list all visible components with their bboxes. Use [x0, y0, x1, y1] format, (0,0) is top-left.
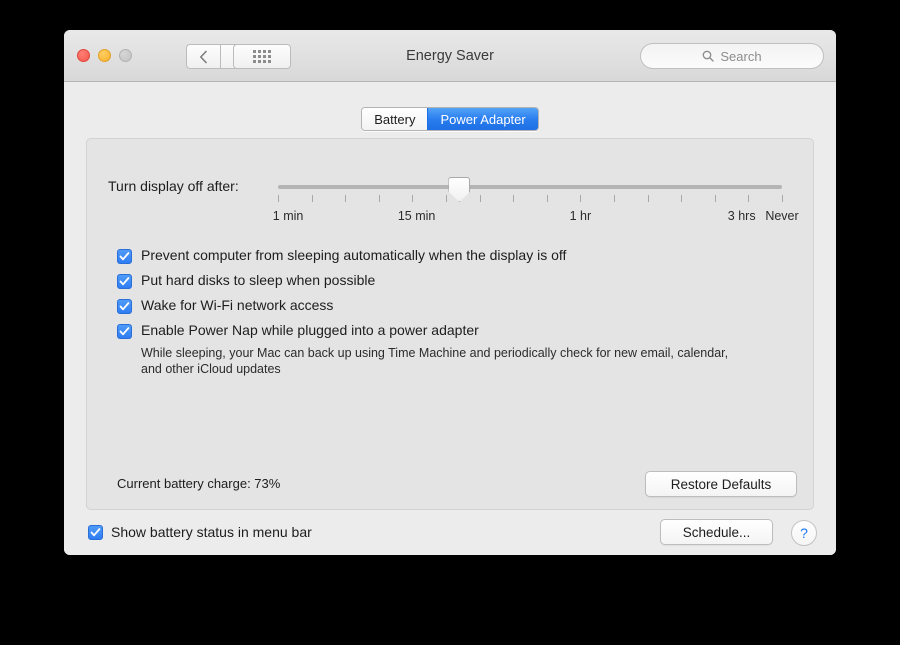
search-placeholder: Search [720, 48, 762, 64]
checkbox-prevent-sleep[interactable] [117, 249, 132, 264]
slider-tick [681, 195, 683, 202]
check-icon [119, 302, 130, 311]
slider-tick [311, 195, 313, 202]
option-label: Wake for Wi-Fi network access [141, 297, 334, 313]
option-label: Show battery status in menu bar [111, 524, 312, 540]
search-icon [703, 50, 715, 62]
slider-tick [614, 195, 615, 202]
slider-tick [546, 195, 548, 202]
settings-panel: Turn display off after: 1 min 15 min 1 hr 3… [86, 138, 814, 510]
window-titlebar: Energy Saver Search [64, 30, 836, 82]
option-prevent-sleep[interactable]: Prevent computer from sleeping automatic… [117, 247, 793, 264]
check-icon [90, 528, 101, 537]
checkbox-hard-disk-sleep[interactable] [117, 274, 132, 289]
window-body: Battery Power Adapter Turn display off a… [64, 82, 836, 555]
slider-tick [412, 195, 414, 202]
segmented-control: Battery Power Adapter [361, 107, 539, 131]
slider-tick [378, 195, 380, 202]
slider-tick [278, 195, 279, 202]
option-wake-for-wifi[interactable]: Wake for Wi-Fi network access [117, 297, 793, 314]
slider-scale-labels: 1 min 15 min 1 hr 3 hrs Never [273, 209, 799, 227]
zoom-button[interactable] [119, 49, 132, 62]
energy-saver-window: Energy Saver Search Battery Power Adapte… [64, 30, 836, 555]
screen: Energy Saver Search Battery Power Adapte… [0, 0, 900, 645]
slider-track[interactable] [278, 185, 782, 189]
check-icon [119, 327, 130, 336]
slider-scale-label: Never [765, 209, 799, 223]
back-button[interactable] [186, 44, 220, 69]
minimize-button[interactable] [98, 49, 111, 62]
slider-tick [479, 195, 481, 202]
tab-power-adapter[interactable]: Power Adapter [427, 108, 538, 130]
slider-tick [446, 195, 447, 202]
tab-bar: Battery Power Adapter [64, 107, 836, 131]
traffic-lights [77, 49, 132, 62]
option-label: Prevent computer from sleeping automatic… [141, 247, 567, 263]
display-sleep-label: Turn display off after: [108, 178, 239, 194]
option-label: Enable Power Nap while plugged into a po… [141, 322, 479, 338]
slider-tick [513, 195, 515, 202]
slider-tick [748, 195, 750, 202]
checkbox-power-nap[interactable] [117, 324, 132, 339]
option-label: Put hard disks to sleep when possible [141, 272, 376, 288]
slider-scale-label: 1 hr [569, 209, 592, 223]
search-input[interactable]: Search [640, 43, 824, 69]
option-power-nap[interactable]: Enable Power Nap while plugged into a po… [117, 322, 793, 339]
battery-charge-status: Current battery charge: 73% [117, 476, 281, 491]
option-show-battery-status[interactable]: Show battery status in menu bar [88, 524, 312, 541]
slider-ticks [278, 195, 783, 203]
help-button[interactable]: ? [791, 520, 817, 546]
chevron-left-icon [199, 50, 207, 63]
restore-defaults-button[interactable]: Restore Defaults [645, 471, 797, 497]
slider-scale-label: 15 min [397, 209, 436, 223]
slider-tick [647, 195, 649, 202]
options-list: Prevent computer from sleeping automatic… [117, 247, 793, 377]
slider-tick [345, 195, 347, 202]
schedule-button[interactable]: Schedule... [660, 519, 773, 545]
grid-icon [253, 50, 271, 63]
checkbox-wake-for-wifi[interactable] [117, 299, 132, 314]
show-all-button[interactable] [233, 44, 291, 69]
slider-scale-label: 3 hrs [727, 209, 756, 223]
slider-tick [580, 195, 582, 202]
slider-tick [714, 195, 716, 202]
check-icon [119, 277, 130, 286]
display-sleep-slider-row: Turn display off after: 1 min 15 min 1 hr 3… [87, 173, 813, 233]
slider-tick [782, 195, 783, 202]
display-sleep-slider[interactable]: 1 min 15 min 1 hr 3 hrs Never [273, 173, 799, 229]
checkbox-show-battery-status[interactable] [88, 525, 103, 540]
close-button[interactable] [77, 49, 90, 62]
tab-battery[interactable]: Battery [362, 108, 428, 130]
slider-scale-label: 1 min [272, 209, 304, 223]
option-hard-disk-sleep[interactable]: Put hard disks to sleep when possible [117, 272, 793, 289]
power-nap-description: While sleeping, your Mac can back up usi… [141, 346, 729, 376]
window-footer: Show battery status in menu bar Schedule… [64, 510, 836, 555]
check-icon [119, 252, 130, 261]
